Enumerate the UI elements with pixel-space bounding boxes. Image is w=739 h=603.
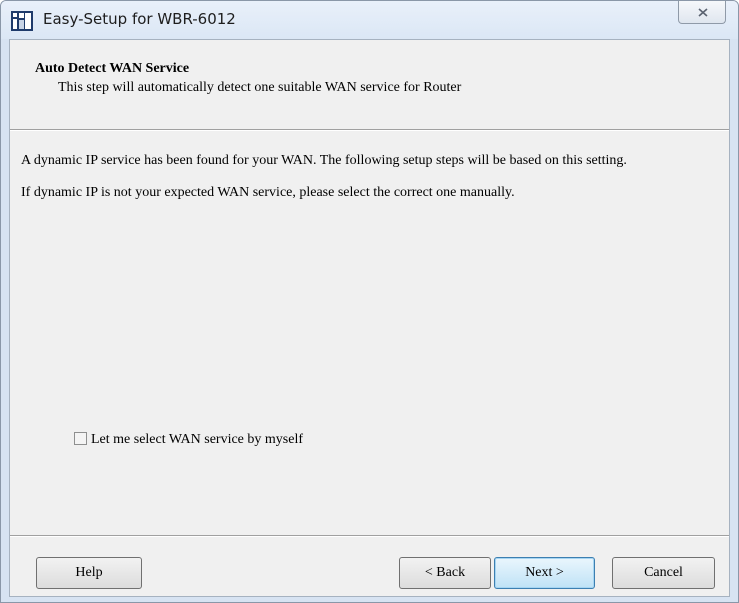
footer-divider <box>10 535 729 537</box>
next-button[interactable]: Next > <box>494 557 595 589</box>
page-subtitle: This step will automatically detect one … <box>58 80 462 95</box>
manual-select-checkbox[interactable] <box>74 432 87 445</box>
wizard-body: A dynamic IP service has been found for … <box>21 153 701 201</box>
manual-hint-text: If dynamic IP is not your expected WAN s… <box>21 185 515 200</box>
header-divider <box>10 129 729 131</box>
page-title: Auto Detect WAN Service <box>35 61 190 76</box>
setup-wizard-window: Easy-Setup for WBR-6012 Auto Detect WAN … <box>0 0 739 603</box>
back-button[interactable]: < Back <box>399 557 491 589</box>
wizard-header: Auto Detect WAN Service This step will a… <box>10 40 729 129</box>
close-button[interactable] <box>678 1 726 24</box>
window-title: Easy-Setup for WBR-6012 <box>43 10 236 28</box>
wizard-page: Auto Detect WAN Service This step will a… <box>9 39 730 597</box>
levelone-logo-icon <box>11 11 33 31</box>
manual-select-option[interactable]: Let me select WAN service by myself <box>74 432 303 448</box>
cancel-button[interactable]: Cancel <box>612 557 715 589</box>
help-button[interactable]: Help <box>36 557 142 589</box>
detection-result-text: A dynamic IP service has been found for … <box>21 153 627 168</box>
title-bar[interactable]: Easy-Setup for WBR-6012 <box>1 1 738 39</box>
close-x-icon <box>698 8 708 17</box>
manual-select-label[interactable]: Let me select WAN service by myself <box>91 432 303 447</box>
